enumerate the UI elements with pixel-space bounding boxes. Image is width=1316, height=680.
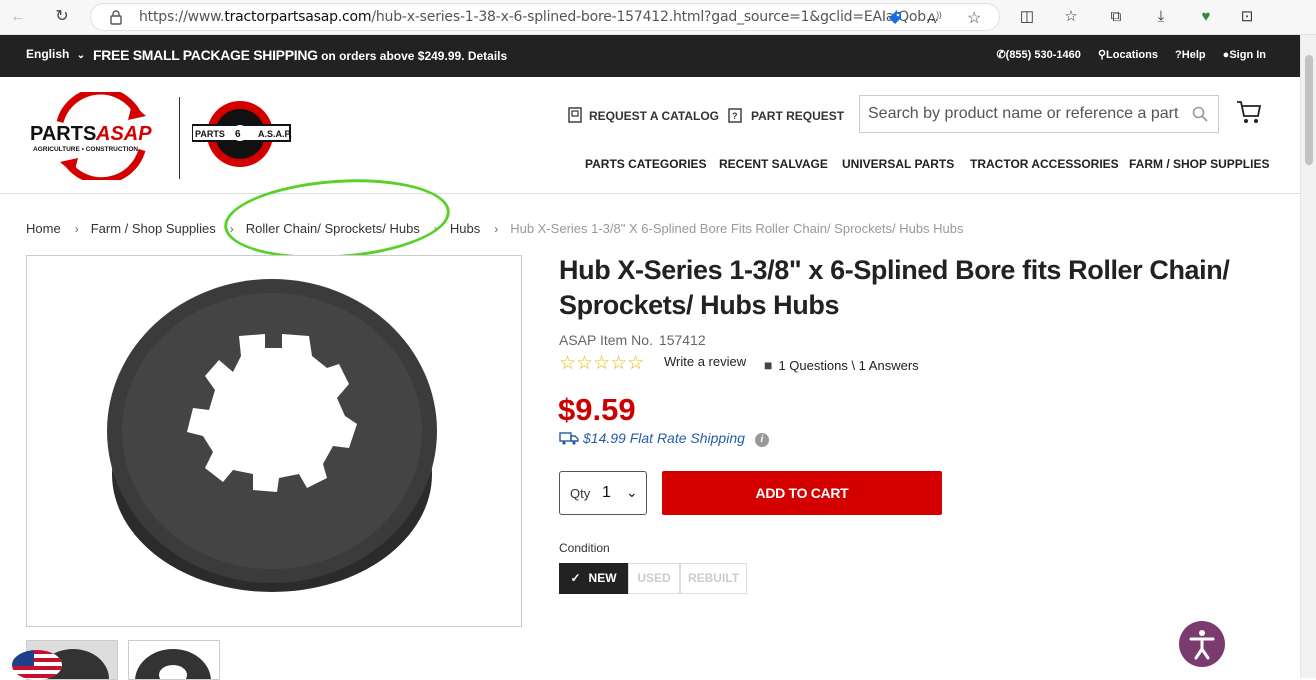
quantity-selector[interactable]: Qty 1 ⌄	[559, 471, 647, 515]
accessibility-button[interactable]	[1179, 621, 1225, 667]
sign-in-link[interactable]: ●Sign In	[1223, 49, 1266, 61]
nav-parts-categories[interactable]: PARTS CATEGORIES	[585, 157, 707, 171]
chevron-right-icon: ›	[494, 222, 499, 236]
shipping-info: $14.99 Flat Rate Shipping i	[559, 430, 769, 447]
screenshot-icon[interactable]: ⊡	[1237, 7, 1257, 27]
clipboard-icon: ?	[728, 108, 742, 123]
locations-link[interactable]: ⚲Locations	[1098, 49, 1158, 61]
product-thumbnail-2[interactable]	[128, 640, 220, 680]
favorites-icon[interactable]: ☆	[1061, 7, 1081, 27]
phone-link[interactable]: ✆(855) 530-1460	[996, 49, 1080, 61]
refresh-icon[interactable]: ↻	[50, 6, 74, 28]
search-input[interactable]	[868, 104, 1188, 124]
all-states-ag-parts-logo[interactable]: PARTS A.S.A.P. 6	[192, 99, 292, 169]
page-scrollbar[interactable]	[1300, 35, 1316, 678]
breadcrumb-current: Hub X-Series 1-3/8" X 6-Splined Bore Fit…	[510, 221, 964, 236]
breadcrumb: Home › Farm / Shop Supplies › Roller Chain/ …	[26, 221, 964, 236]
checkmark-icon: ✓	[570, 571, 581, 585]
browser-essentials-icon[interactable]: ♥	[1196, 7, 1216, 27]
questions-answers-link[interactable]: ■ 1 Questions \ 1 Answers	[764, 357, 919, 373]
part-request-link[interactable]: ? PART REQUEST	[727, 107, 844, 123]
favorite-star-icon[interactable]: ☆	[967, 8, 981, 27]
accessibility-icon	[1189, 630, 1215, 660]
nav-recent-salvage[interactable]: RECENT SALVAGE	[719, 157, 828, 171]
collections-icon[interactable]: ⧉	[1106, 7, 1126, 27]
chevron-down-icon: ⌄	[626, 484, 638, 500]
product-price: $9.59	[558, 392, 636, 427]
qty-value: 1	[602, 484, 611, 501]
search-icon[interactable]	[1192, 106, 1208, 122]
write-review-link[interactable]: Write a review	[664, 354, 746, 369]
condition-rebuilt-button[interactable]: REBUILT	[680, 563, 747, 594]
svg-text:?: ?	[732, 111, 738, 121]
address-bar[interactable]: https://www.tractorpartsasap.com/hub-x-s…	[90, 3, 1000, 31]
read-aloud-icon[interactable]: A))	[927, 10, 942, 28]
svg-text:6: 6	[235, 129, 241, 140]
tag-icon[interactable]	[887, 10, 903, 26]
lock-icon	[110, 10, 122, 25]
language-selector[interactable]: English ⌄	[26, 47, 85, 61]
parts-asap-logo[interactable]: PARTS ASAP AGRICULTURE • CONSTRUCTION	[30, 92, 170, 180]
nav-universal-parts[interactable]: UNIVERSAL PARTS	[842, 157, 954, 171]
truck-icon	[559, 432, 579, 445]
condition-used-button[interactable]: USED	[628, 563, 680, 594]
split-screen-icon[interactable]: ◫	[1017, 7, 1037, 27]
us-flag-icon[interactable]	[12, 650, 62, 680]
svg-text:AGRICULTURE • CONSTRUCTION: AGRICULTURE • CONSTRUCTION	[33, 146, 138, 153]
cart-icon[interactable]	[1236, 99, 1262, 125]
product-title: Hub X-Series 1-3/8" x 6-Splined Bore fit…	[559, 255, 1230, 320]
scrollbar-thumb[interactable]	[1305, 55, 1313, 165]
chevron-right-icon: ›	[74, 222, 79, 236]
nav-tractor-accessories[interactable]: TRACTOR ACCESSORIES	[970, 157, 1119, 171]
top-links: ✆(855) 530-1460 ⚲Locations ?Help ●Sign I…	[982, 48, 1266, 61]
promo-bar: English ⌄ FREE SMALL PACKAGE SHIPPING on…	[0, 35, 1300, 77]
url-text: https://www.tractorpartsasap.com/hub-x-s…	[139, 9, 939, 25]
chat-icon: ■	[764, 357, 773, 373]
nav-farm-shop-supplies[interactable]: FARM / SHOP SUPPLIES	[1129, 157, 1269, 171]
add-to-cart-button[interactable]: ADD TO CART	[662, 471, 942, 515]
condition-label: Condition	[559, 541, 610, 555]
help-link[interactable]: ?Help	[1175, 49, 1206, 61]
condition-new-button[interactable]: ✓ NEW	[559, 563, 628, 594]
downloads-icon[interactable]: ⤓	[1151, 7, 1171, 27]
rating-stars[interactable]: ☆☆☆☆☆	[559, 352, 644, 375]
product-main-image[interactable]	[26, 255, 522, 627]
svg-text:A.S.A.P.: A.S.A.P.	[258, 129, 292, 139]
search-box	[859, 95, 1219, 133]
info-icon[interactable]: i	[754, 433, 769, 447]
back-icon[interactable]: ←	[6, 6, 30, 28]
breadcrumb-home[interactable]: Home	[26, 221, 61, 236]
site-header: PARTS ASAP AGRICULTURE • CONSTRUCTION PA…	[0, 77, 1300, 194]
hub-photo	[107, 279, 437, 592]
qty-label: Qty	[570, 486, 591, 501]
breadcrumb-hubs[interactable]: Hubs	[450, 221, 480, 236]
item-number: ASAP Item No. 157412	[559, 332, 706, 348]
hub-thumbnail-photo	[135, 649, 211, 679]
browser-toolbar: ← ↻ https://www.tractorpartsasap.com/hub…	[0, 0, 1316, 35]
catalog-icon	[568, 107, 582, 123]
breadcrumb-farm-shop-supplies[interactable]: Farm / Shop Supplies	[91, 221, 216, 236]
promo-message[interactable]: FREE SMALL PACKAGE SHIPPING on orders ab…	[93, 47, 507, 63]
svg-text:ASAP: ASAP	[95, 123, 152, 145]
logo-divider	[179, 97, 180, 179]
request-catalog-link[interactable]: REQUEST A CATALOG	[567, 107, 719, 123]
svg-text:PARTS: PARTS	[195, 129, 225, 139]
svg-text:PARTS: PARTS	[30, 123, 96, 145]
